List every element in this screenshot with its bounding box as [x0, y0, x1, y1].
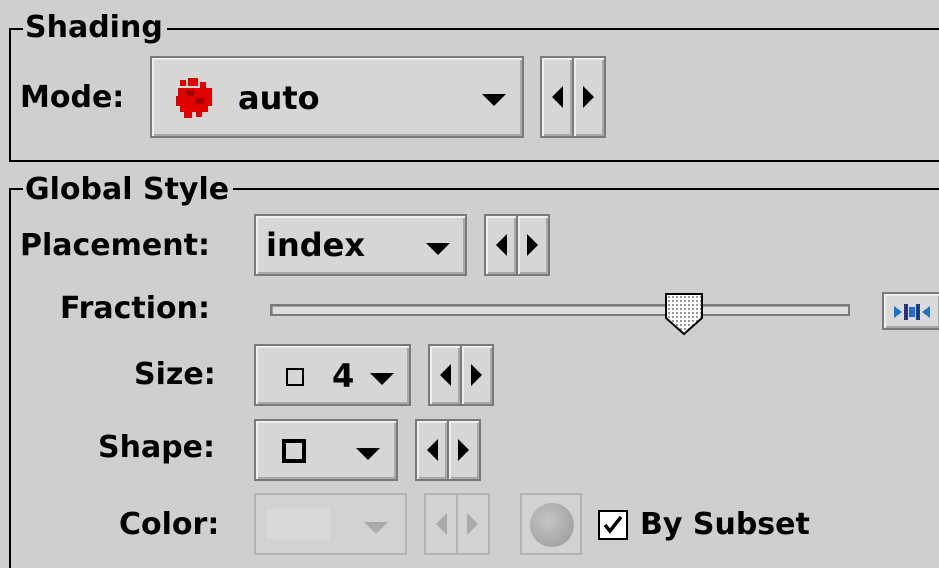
arrow-right-icon: [458, 439, 469, 461]
shape-label: Shape:: [98, 430, 216, 465]
size-next-button[interactable]: [462, 344, 494, 406]
size-value: 4: [332, 357, 355, 395]
size-previous-button[interactable]: [428, 344, 462, 406]
center-arrows-icon: [894, 302, 930, 322]
placement-label: Placement:: [20, 228, 210, 263]
size-stepper[interactable]: [428, 344, 494, 406]
fraction-reset-button[interactable]: [882, 292, 939, 330]
arrow-left-icon: [436, 513, 447, 535]
red-splat-icon: [174, 76, 216, 120]
chevron-down-icon: [426, 243, 450, 255]
mode-previous-button[interactable]: [540, 56, 574, 138]
placement-stepper[interactable]: [484, 214, 550, 276]
size-label: Size:: [134, 357, 216, 392]
arrow-right-icon: [467, 513, 478, 535]
color-label: Color:: [119, 507, 220, 542]
color-swatch: [266, 509, 330, 539]
mode-next-button[interactable]: [574, 56, 606, 138]
shape-next-button[interactable]: [449, 419, 481, 481]
placement-next-button[interactable]: [518, 214, 550, 276]
fraction-slider-track: [270, 304, 850, 316]
chevron-down-icon: [356, 448, 380, 460]
placement-value: index: [266, 226, 365, 264]
global-style-legend: Global Style: [23, 172, 234, 208]
arrow-left-icon: [427, 439, 438, 461]
arrow-left-icon: [552, 86, 563, 108]
by-subset-checkbox[interactable]: [598, 510, 628, 540]
mode-select[interactable]: auto: [150, 56, 524, 138]
color-next-button[interactable]: [458, 493, 490, 555]
fraction-slider-thumb[interactable]: [664, 292, 704, 336]
mode-stepper[interactable]: [540, 56, 606, 138]
checkmark-icon: [603, 515, 623, 534]
placement-select[interactable]: index: [254, 214, 467, 276]
shape-previous-button[interactable]: [415, 419, 449, 481]
open-square-icon: [282, 439, 306, 463]
arrow-right-icon: [583, 86, 594, 108]
arrow-right-icon: [471, 364, 482, 386]
arrow-left-icon: [440, 364, 451, 386]
color-previous-button[interactable]: [424, 493, 458, 555]
arrow-right-icon: [527, 234, 538, 256]
fraction-label: Fraction:: [60, 291, 210, 326]
mode-label: Mode:: [20, 80, 125, 115]
color-chooser-button[interactable]: [520, 493, 582, 555]
shading-legend: Shading: [23, 10, 167, 46]
shape-stepper[interactable]: [415, 419, 481, 481]
chevron-down-icon: [482, 94, 506, 106]
fraction-slider[interactable]: [270, 292, 852, 336]
placement-previous-button[interactable]: [484, 214, 518, 276]
small-square-icon: [286, 368, 304, 386]
size-select[interactable]: 4: [254, 344, 411, 406]
chevron-down-icon: [370, 373, 394, 385]
color-select[interactable]: [254, 493, 407, 555]
color-stepper[interactable]: [424, 493, 490, 555]
shape-select[interactable]: [254, 419, 398, 481]
chevron-down-icon: [364, 522, 388, 534]
mode-value: auto: [238, 79, 320, 117]
color-circle-icon: [530, 503, 574, 547]
arrow-left-icon: [496, 234, 507, 256]
by-subset-label[interactable]: By Subset: [640, 505, 810, 545]
